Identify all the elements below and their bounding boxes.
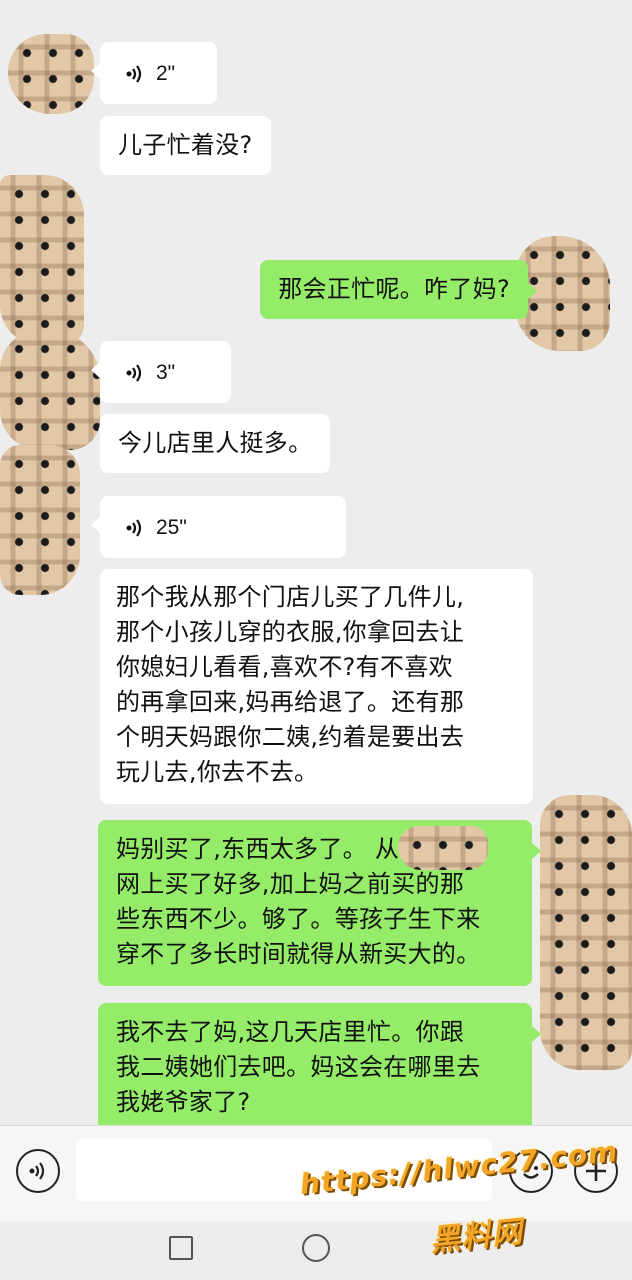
message-text: 儿子忙着没?: [118, 131, 253, 159]
message-text: 我不去了妈,这几天店里忙。你跟 我二姨她们去吧。妈这会在哪里去 我姥爷家了?: [116, 1018, 481, 1116]
circle-icon[interactable]: [302, 1234, 330, 1262]
contact-avatar[interactable]: [0, 445, 80, 595]
voice-wave-icon: [126, 364, 142, 382]
contact-avatar[interactable]: [8, 34, 94, 114]
voice-wave-icon: [126, 519, 142, 537]
system-nav-bar: [0, 1221, 632, 1280]
voice-duration: 2": [156, 62, 176, 85]
voice-duration: 25": [156, 516, 187, 539]
contact-avatar[interactable]: [0, 175, 84, 345]
text-message[interactable]: 我不去了妈,这几天店里忙。你跟 我二姨她们去吧。妈这会在哪里去 我姥爷家了?: [98, 1003, 541, 1125]
chat-area[interactable]: 2" 儿子忙着没? 那会正忙呢。咋了妈? 3" 今儿店里人挺多。 25" 那个我…: [0, 0, 632, 1125]
message-text: 那会正忙呢。咋了妈?: [278, 275, 510, 303]
self-avatar[interactable]: [540, 795, 632, 1070]
message-text: 那个我从那个门店儿买了几件儿, 那个小孩儿穿的衣服,你拿回去让 你媳妇儿看看,喜…: [116, 583, 465, 786]
voice-wave-icon: [126, 65, 142, 83]
message-text: 今儿店里人挺多。: [118, 429, 313, 457]
square-icon[interactable]: [169, 1236, 193, 1260]
contact-avatar[interactable]: [0, 330, 100, 450]
text-message[interactable]: 今儿店里人挺多。: [100, 414, 331, 473]
text-message[interactable]: 那个我从那个门店儿买了几件儿, 那个小孩儿穿的衣服,你拿回去让 你媳妇儿看看,喜…: [100, 569, 533, 804]
voice-message[interactable]: 2": [91, 42, 217, 104]
text-message[interactable]: 那会正忙呢。咋了妈?: [260, 260, 537, 319]
voice-duration: 3": [156, 361, 176, 384]
voice-mode-icon[interactable]: [16, 1149, 60, 1193]
text-message[interactable]: 儿子忙着没?: [100, 116, 271, 175]
redacted-name: [398, 826, 488, 870]
voice-message[interactable]: 25": [91, 496, 346, 558]
voice-message[interactable]: 3": [91, 341, 231, 403]
